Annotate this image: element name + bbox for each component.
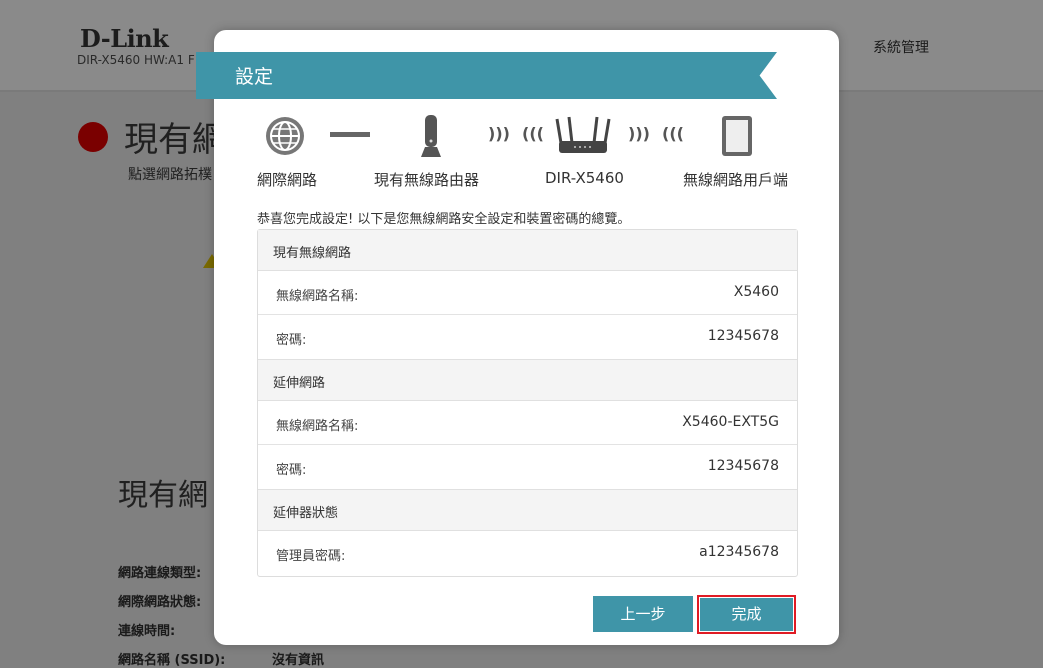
row-value: X5460-EXT5G [682,414,779,430]
globe-icon [266,117,304,155]
finish-button[interactable]: 完成 [700,598,793,631]
section-header-label: 延伸網路 [273,376,326,391]
router-icon [555,116,611,153]
label-existing-router: 現有無線路由器 [374,171,480,189]
tablet-client-icon [722,116,752,156]
table-row: 密碼: 12345678 [258,315,797,358]
modal-title: 設定 [235,66,274,88]
label-wireless-client: 無線網路用戶端 [683,171,789,189]
page-heading: 現有網 [124,120,226,160]
row-label: 密碼: [276,463,307,478]
info-value-ssid: 沒有資訊 [272,653,325,668]
summary-text: 恭喜您完成設定! 以下是您無線網路安全設定和裝置密碼的總覽。 [257,212,631,227]
table-row: 管理員密碼: a12345678 [258,531,797,574]
table-row: 無線網路名稱: X5460 [258,271,797,315]
signal-wave-right-icon: ))) [488,124,510,143]
row-label: 無線網路名稱: [276,289,359,304]
table-row: 密碼: 12345678 [258,445,797,488]
row-label: 無線網路名稱: [276,419,359,434]
info-label-connection-time: 連線時間: [118,624,176,639]
label-internet: 網際網路 [257,171,318,189]
section-header-existing-network: 現有無線網路 [258,230,797,271]
nav-system-management[interactable]: 系統管理 [873,37,929,57]
section-heading: 現有網 [118,478,208,513]
section-header-extender-status: 延伸器狀態 [258,489,797,531]
status-dot-icon [78,122,108,152]
row-value: 12345678 [707,458,779,474]
row-label: 管理員密碼: [276,549,346,564]
row-value: 12345678 [707,328,779,344]
page-subtext: 點選網路拓樸 [128,167,212,183]
info-label-internet-status: 網際網路狀態: [118,595,202,610]
wired-connector-line [330,132,370,137]
section-header-label: 現有無線網路 [273,246,352,261]
dlink-logo: D-Link [80,24,169,53]
table-row: 無線網路名稱: X5460-EXT5G [258,401,797,445]
row-label: 密碼: [276,333,307,348]
summary-table: 現有無線網路 無線網路名稱: X5460 密碼: 12345678 延伸網路 無… [257,229,798,577]
label-dir-x5460: DIR-X5460 [545,169,624,187]
row-value: X5460 [733,284,779,300]
signal-wave-left-icon-2: ((( [662,124,684,143]
info-label-connection-type: 網路連線類型: [118,566,202,581]
signal-wave-right-icon-2: ))) [628,124,650,143]
modal-title-bar [196,52,777,99]
extender-router-icon [421,115,441,157]
row-value: a12345678 [699,544,779,560]
info-label-ssid: 網路名稱 (SSID): [118,653,226,668]
signal-wave-left-icon: ((( [522,124,544,143]
back-button[interactable]: 上一步 [593,596,693,632]
section-header-label: 延伸器狀態 [273,506,339,521]
model-text: DIR-X5460 HW:A1 F [77,53,195,67]
section-header-extended-network: 延伸網路 [258,359,797,401]
